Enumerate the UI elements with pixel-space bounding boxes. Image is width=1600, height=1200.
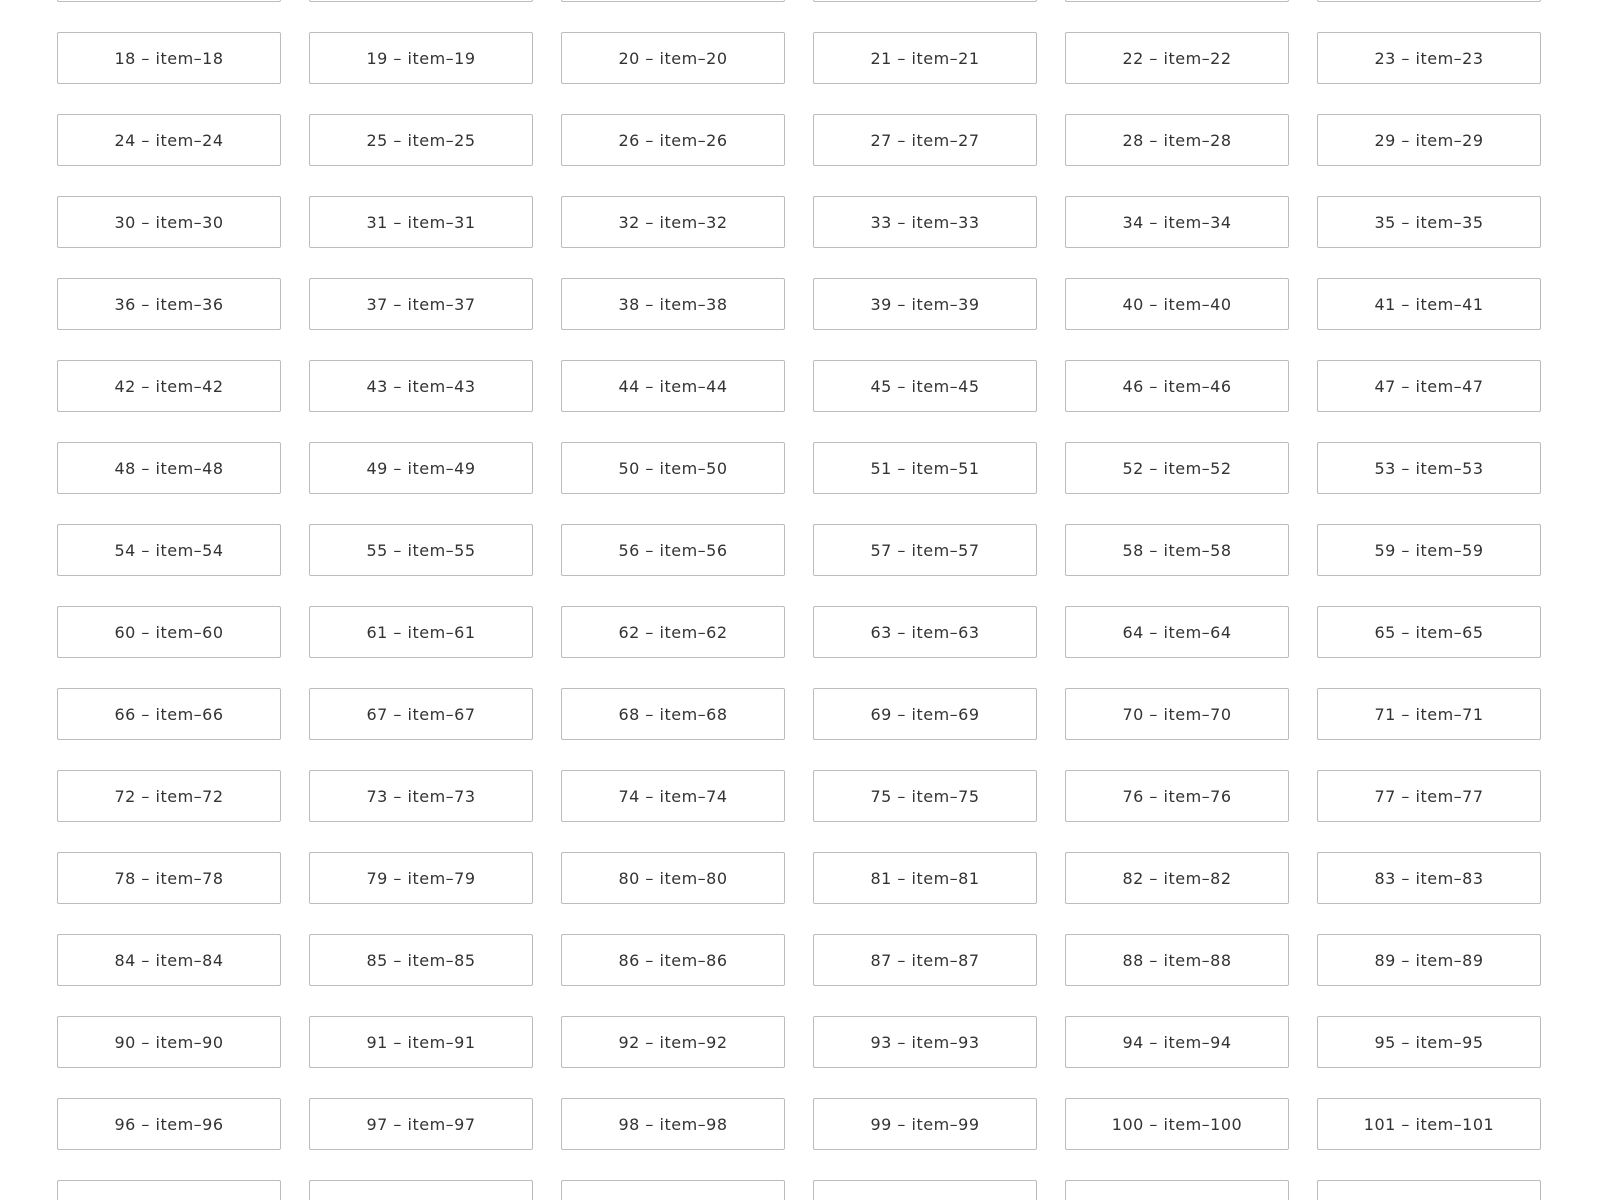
grid-item-button[interactable]: 70 – item–70 (1065, 688, 1289, 740)
grid-item-button[interactable]: 94 – item–94 (1065, 1016, 1289, 1068)
grid-item-button[interactable]: 43 – item–43 (309, 360, 533, 412)
grid-item-button[interactable]: 84 – item–84 (57, 934, 281, 986)
grid-item-button[interactable]: 36 – item–36 (57, 278, 281, 330)
grid-item-button[interactable]: 57 – item–57 (813, 524, 1037, 576)
grid-item-button[interactable]: 45 – item–45 (813, 360, 1037, 412)
grid-item-button[interactable]: 78 – item–78 (57, 852, 281, 904)
grid-item-button[interactable]: 19 – item–19 (309, 32, 533, 84)
grid-item-button[interactable]: 106 – item–106 (1065, 1180, 1289, 1200)
grid-item-button[interactable]: 39 – item–39 (813, 278, 1037, 330)
grid-item-button[interactable]: 65 – item–65 (1317, 606, 1541, 658)
grid-item-button[interactable]: 63 – item–63 (813, 606, 1037, 658)
grid-item-button[interactable]: 56 – item–56 (561, 524, 785, 576)
grid-item-button[interactable]: 79 – item–79 (309, 852, 533, 904)
grid-item-button[interactable]: 95 – item–95 (1317, 1016, 1541, 1068)
grid-item-button[interactable]: 103 – item–103 (309, 1180, 533, 1200)
grid-item-button[interactable]: 86 – item–86 (561, 934, 785, 986)
grid-item-button[interactable]: 28 – item–28 (1065, 114, 1289, 166)
grid-item-button[interactable]: 37 – item–37 (309, 278, 533, 330)
grid-item-button[interactable]: 102 – item–102 (57, 1180, 281, 1200)
grid-item-button[interactable]: 21 – item–21 (813, 32, 1037, 84)
grid-item-button[interactable]: 13 – item–13 (309, 0, 533, 2)
grid-item-button[interactable]: 82 – item–82 (1065, 852, 1289, 904)
grid-item-button[interactable]: 48 – item–48 (57, 442, 281, 494)
grid-item-button[interactable]: 14 – item–14 (561, 0, 785, 2)
grid-item-button[interactable]: 38 – item–38 (561, 278, 785, 330)
grid-item-button[interactable]: 55 – item–55 (309, 524, 533, 576)
grid-item-button[interactable]: 27 – item–27 (813, 114, 1037, 166)
grid-item-button[interactable]: 31 – item–31 (309, 196, 533, 248)
grid-item-button[interactable]: 29 – item–29 (1317, 114, 1541, 166)
grid-item-button[interactable]: 50 – item–50 (561, 442, 785, 494)
grid-item-button[interactable]: 12 – item–12 (57, 0, 281, 2)
grid-item-button[interactable]: 32 – item–32 (561, 196, 785, 248)
grid-item-button[interactable]: 35 – item–35 (1317, 196, 1541, 248)
grid-item-button[interactable]: 59 – item–59 (1317, 524, 1541, 576)
grid-item-button[interactable]: 71 – item–71 (1317, 688, 1541, 740)
grid-item-button[interactable]: 58 – item–58 (1065, 524, 1289, 576)
grid-item-button[interactable]: 83 – item–83 (1317, 852, 1541, 904)
grid-item-button[interactable]: 85 – item–85 (309, 934, 533, 986)
grid-item-button[interactable]: 40 – item–40 (1065, 278, 1289, 330)
grid-item-button[interactable]: 24 – item–24 (57, 114, 281, 166)
grid-item-button[interactable]: 22 – item–22 (1065, 32, 1289, 84)
grid-item-button[interactable]: 67 – item–67 (309, 688, 533, 740)
grid-item-button[interactable]: 104 – item–104 (561, 1180, 785, 1200)
grid-item-button[interactable]: 25 – item–25 (309, 114, 533, 166)
grid-item-button[interactable]: 51 – item–51 (813, 442, 1037, 494)
grid-item-button[interactable]: 41 – item–41 (1317, 278, 1541, 330)
grid-item-button[interactable]: 74 – item–74 (561, 770, 785, 822)
grid-item-button[interactable]: 16 – item–16 (1065, 0, 1289, 2)
grid-item-button[interactable]: 100 – item–100 (1065, 1098, 1289, 1150)
grid-item-button[interactable]: 62 – item–62 (561, 606, 785, 658)
grid-item-button[interactable]: 72 – item–72 (57, 770, 281, 822)
grid-item-button[interactable]: 96 – item–96 (57, 1098, 281, 1150)
grid-item-button[interactable]: 88 – item–88 (1065, 934, 1289, 986)
grid-item-button[interactable]: 49 – item–49 (309, 442, 533, 494)
grid-item-button[interactable]: 80 – item–80 (561, 852, 785, 904)
grid-item-button[interactable]: 34 – item–34 (1065, 196, 1289, 248)
grid-item-button[interactable]: 89 – item–89 (1317, 934, 1541, 986)
grid-item-button[interactable]: 92 – item–92 (561, 1016, 785, 1068)
grid-item-button[interactable]: 97 – item–97 (309, 1098, 533, 1150)
grid-item-button[interactable]: 44 – item–44 (561, 360, 785, 412)
grid-item-button[interactable]: 69 – item–69 (813, 688, 1037, 740)
grid-item-button[interactable]: 87 – item–87 (813, 934, 1037, 986)
grid-item-button[interactable]: 68 – item–68 (561, 688, 785, 740)
grid-item-button[interactable]: 60 – item–60 (57, 606, 281, 658)
grid-item-button[interactable]: 17 – item–17 (1317, 0, 1541, 2)
grid-item-button[interactable]: 64 – item–64 (1065, 606, 1289, 658)
grid-item-button[interactable]: 20 – item–20 (561, 32, 785, 84)
grid-item-button[interactable]: 75 – item–75 (813, 770, 1037, 822)
grid-item-button[interactable]: 76 – item–76 (1065, 770, 1289, 822)
grid-item-button[interactable]: 77 – item–77 (1317, 770, 1541, 822)
grid-item-button[interactable]: 61 – item–61 (309, 606, 533, 658)
item-grid: 12 – item–12 13 – item–13 14 – item–14 15 –… (57, 0, 1541, 1200)
grid-item-button[interactable]: 81 – item–81 (813, 852, 1037, 904)
scroll-viewport[interactable]: 12 – item–12 13 – item–13 14 – item–14 15 –… (0, 0, 1600, 1200)
grid-item-button[interactable]: 42 – item–42 (57, 360, 281, 412)
grid-item-button[interactable]: 53 – item–53 (1317, 442, 1541, 494)
grid-item-button[interactable]: 93 – item–93 (813, 1016, 1037, 1068)
grid-item-button[interactable]: 23 – item–23 (1317, 32, 1541, 84)
grid-item-button[interactable]: 98 – item–98 (561, 1098, 785, 1150)
grid-item-button[interactable]: 99 – item–99 (813, 1098, 1037, 1150)
grid-item-button[interactable]: 46 – item–46 (1065, 360, 1289, 412)
grid-item-button[interactable]: 30 – item–30 (57, 196, 281, 248)
grid-item-button[interactable]: 73 – item–73 (309, 770, 533, 822)
grid-item-button[interactable]: 18 – item–18 (57, 32, 281, 84)
grid-item-button[interactable]: 101 – item–101 (1317, 1098, 1541, 1150)
grid-item-button[interactable]: 90 – item–90 (57, 1016, 281, 1068)
grid-item-button[interactable]: 105 – item–105 (813, 1180, 1037, 1200)
grid-item-button[interactable]: 47 – item–47 (1317, 360, 1541, 412)
grid-item-button[interactable]: 107 – item–107 (1317, 1180, 1541, 1200)
grid-item-button[interactable]: 66 – item–66 (57, 688, 281, 740)
grid-item-button[interactable]: 52 – item–52 (1065, 442, 1289, 494)
grid-item-button[interactable]: 26 – item–26 (561, 114, 785, 166)
grid-item-button[interactable]: 91 – item–91 (309, 1016, 533, 1068)
grid-item-button[interactable]: 33 – item–33 (813, 196, 1037, 248)
grid-item-button[interactable]: 15 – item–15 (813, 0, 1037, 2)
grid-item-button[interactable]: 54 – item–54 (57, 524, 281, 576)
